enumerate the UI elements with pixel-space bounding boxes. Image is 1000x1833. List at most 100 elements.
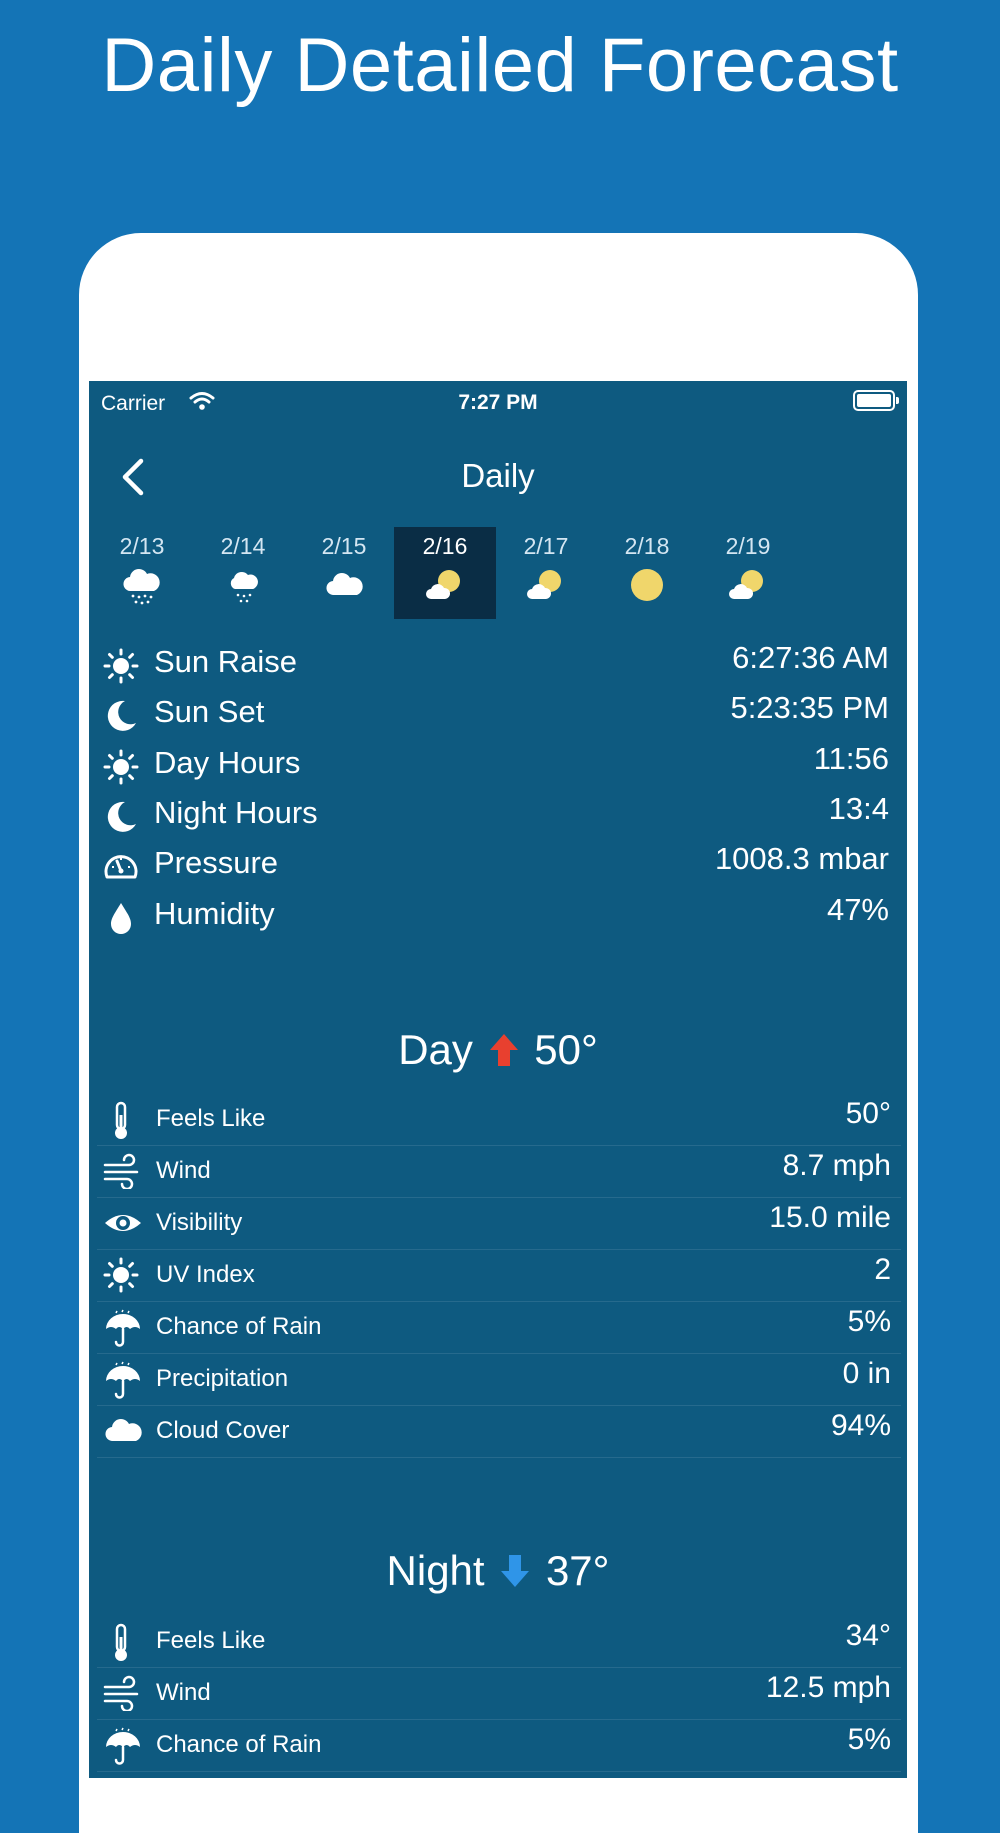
day-tab-2-15[interactable]: 2/15 — [293, 527, 395, 619]
umbrella-icon — [103, 1309, 143, 1354]
partly-cloudy-icon — [526, 567, 566, 608]
summary-label: Night Hours — [154, 794, 318, 830]
day-tab-date: 2/17 — [523, 533, 569, 559]
summary-label: Humidity — [154, 895, 275, 931]
detail-label: Wind — [156, 1157, 211, 1184]
night-section-label: Night — [386, 1547, 485, 1594]
summary-label: Sun Set — [154, 694, 265, 730]
sun-icon — [103, 648, 139, 689]
detail-value: 5% — [847, 1305, 891, 1338]
summary-value: 5:23:35 PM — [730, 690, 889, 726]
hero-title: Daily Detailed Forecast — [101, 23, 899, 108]
thermometer-icon — [103, 1101, 139, 1146]
detail-value: 12.5 mph — [765, 1671, 891, 1704]
detail-label: UV Index — [156, 1261, 255, 1288]
day-tab-date: 2/13 — [119, 533, 165, 559]
detail-value: 34° — [845, 1619, 891, 1652]
cloud-snow-icon — [122, 567, 162, 612]
day-tab-date: 2/15 — [321, 533, 367, 559]
summary-label: Pressure — [154, 845, 279, 881]
detail-label: Feels Like — [156, 1105, 266, 1132]
status-bar: Carrier 7:27 PM — [89, 381, 907, 425]
summary-label: Sun Raise — [154, 644, 298, 679]
summary-row: Sun Raise 6:27:36 AM — [89, 640, 907, 690]
summary-row: Pressure 1008.3 mbar — [89, 841, 907, 891]
detail-label: Chance of Rain — [156, 1731, 322, 1758]
day-tab-2-18[interactable]: 2/18 — [596, 527, 698, 619]
detail-row: Precipitation 0 in — [97, 1353, 901, 1406]
day-tab-2-17[interactable]: 2/17 — [495, 527, 597, 619]
summary-row: Sun Set 5:23:35 PM — [89, 690, 907, 740]
day-selector: 2/13 2/14 2/15 2/16 2/17 2/18 2/19 — [89, 527, 907, 619]
status-time: 7:27 PM — [458, 391, 538, 414]
detail-row: Wind 12.5 mph — [97, 1667, 901, 1720]
day-section-label: Day — [398, 1026, 473, 1073]
thermometer-icon — [103, 1623, 139, 1668]
sun-icon — [627, 567, 667, 608]
wind-icon — [103, 1153, 143, 1194]
detail-value: 2 — [874, 1253, 891, 1286]
summary-row: Humidity 47% — [89, 892, 907, 942]
umbrella-icon — [103, 1727, 143, 1772]
summary-row: Day Hours 11:56 — [89, 741, 907, 791]
day-tab-2-19[interactable]: 2/19 — [697, 527, 799, 619]
detail-value: 50° — [845, 1097, 891, 1130]
sun-icon — [103, 1257, 139, 1298]
summary-value: 1008.3 mbar — [714, 841, 889, 877]
summary-label: Day Hours — [154, 744, 301, 780]
detail-row: UV Index 2 — [97, 1249, 901, 1302]
moon-icon — [103, 799, 139, 840]
night-low-temp: 37° — [545, 1547, 610, 1594]
day-high-temp: 50° — [534, 1026, 598, 1073]
day-section-title: Day 50° — [89, 1026, 907, 1078]
detail-label: Cloud Cover — [156, 1417, 290, 1444]
summary-value: 47% — [826, 891, 889, 927]
detail-value: 0 in — [842, 1357, 891, 1390]
detail-row: Feels Like 50° — [97, 1093, 901, 1146]
detail-label: Chance of Rain — [156, 1313, 322, 1340]
summary-row: Night Hours 13:4 — [89, 791, 907, 841]
cloud-icon — [324, 567, 364, 608]
detail-label: Feels Like — [156, 1627, 266, 1654]
drop-icon — [103, 900, 139, 941]
detail-value: 15.0 mile — [769, 1201, 891, 1234]
day-tab-2-14[interactable]: 2/14 — [192, 527, 294, 619]
summary-value: 13:4 — [828, 790, 889, 826]
day-tab-date: 2/18 — [624, 533, 670, 559]
detail-row: Feels Like 34° — [97, 1615, 901, 1668]
nav-bar: Daily — [89, 449, 907, 509]
detail-value: 94% — [830, 1409, 891, 1442]
gauge-icon — [103, 849, 139, 890]
day-tab-2-16[interactable]: 2/16 — [394, 527, 496, 619]
detail-label: Visibility — [156, 1209, 243, 1236]
detail-row: Chance of Rain 5% — [97, 1719, 901, 1772]
wind-icon — [103, 1675, 143, 1716]
night-section-title: Night 37° — [89, 1547, 907, 1599]
day-tab-date: 2/19 — [725, 533, 771, 559]
battery-icon — [853, 390, 899, 411]
eye-icon — [103, 1205, 143, 1246]
partly-cloudy-icon — [728, 567, 768, 608]
detail-value: 5% — [847, 1723, 891, 1756]
summary-value: 11:56 — [813, 740, 889, 776]
detail-row: Visibility 15.0 mile — [97, 1197, 901, 1250]
day-tab-date: 2/14 — [220, 533, 266, 559]
partly-cloudy-icon — [425, 567, 465, 608]
app-screen: Carrier 7:27 PM Daily 2/13 2/14 2/15 2/16 2/… — [89, 381, 907, 1778]
cloud-snow-light-icon — [223, 567, 263, 612]
umbrella-icon — [103, 1361, 143, 1406]
moon-icon — [103, 698, 139, 739]
detail-label: Wind — [156, 1679, 211, 1706]
summary-value: 6:27:36 AM — [732, 640, 889, 675]
cloud-icon — [103, 1413, 143, 1454]
day-tab-2-13[interactable]: 2/13 — [91, 527, 193, 619]
detail-row: Wind 8.7 mph — [97, 1145, 901, 1198]
detail-row: Chance of Rain 5% — [97, 1301, 901, 1354]
detail-label: Precipitation — [156, 1365, 289, 1392]
day-tab-date: 2/16 — [422, 533, 468, 559]
arrow-down-icon — [500, 1551, 530, 1599]
sun-icon — [103, 749, 139, 790]
detail-value: 8.7 mph — [782, 1149, 891, 1182]
page-title: Daily — [461, 457, 535, 494]
detail-row: Cloud Cover 94% — [97, 1405, 901, 1458]
